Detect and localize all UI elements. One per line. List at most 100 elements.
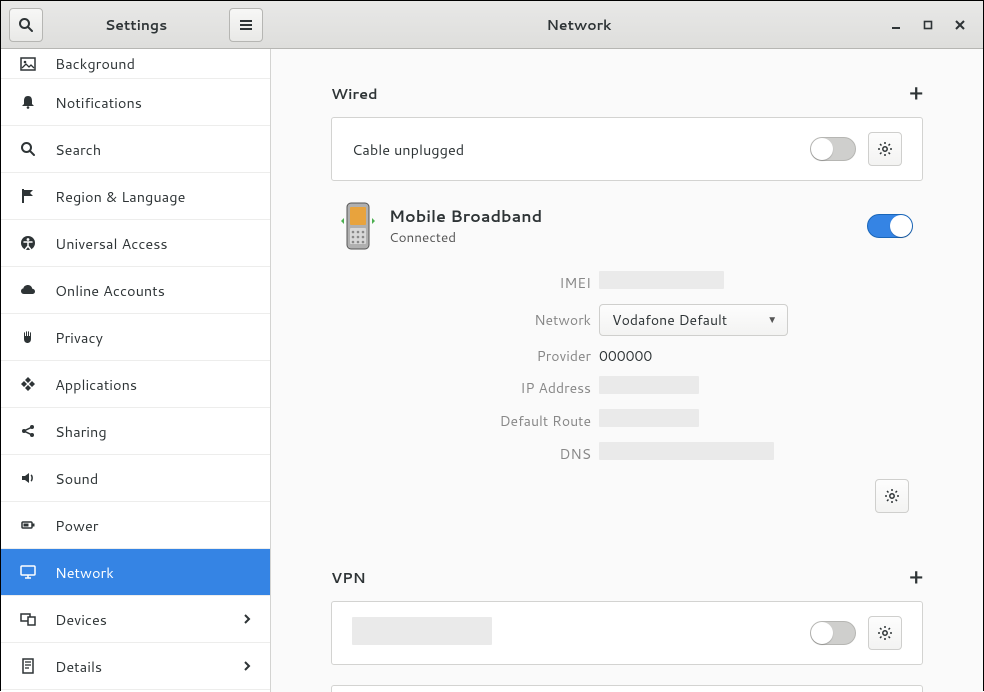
apps-icon bbox=[19, 375, 37, 393]
sidebar-item-label: Power bbox=[55, 515, 98, 536]
sidebar: Background Notifications Search Region &… bbox=[1, 49, 271, 692]
sidebar-item-label: Sound bbox=[55, 468, 98, 489]
content: Background Notifications Search Region &… bbox=[1, 49, 983, 692]
page-title: Network bbox=[271, 15, 887, 35]
sidebar-item-label: Devices bbox=[55, 609, 107, 630]
sidebar-item-label: Applications bbox=[55, 374, 137, 395]
dns-label: DNS bbox=[341, 444, 591, 464]
power-icon bbox=[19, 516, 37, 534]
maximize-button[interactable] bbox=[919, 16, 937, 34]
chevron-right-icon bbox=[242, 614, 252, 624]
sidebar-item-label: Details bbox=[55, 656, 102, 677]
search-icon bbox=[19, 140, 37, 158]
menu-button[interactable] bbox=[229, 8, 263, 42]
wired-row: Cable unplugged bbox=[332, 118, 922, 180]
mobile-settings-button[interactable] bbox=[875, 479, 909, 513]
sidebar-item-network[interactable]: Network bbox=[1, 549, 270, 596]
main-panel: Wired + Cable unplugged Mobile Broadband… bbox=[271, 49, 983, 692]
sidebar-item-label: Search bbox=[55, 139, 101, 160]
network-select[interactable]: Vodafone Default ▼ bbox=[599, 304, 788, 336]
mobile-switch[interactable] bbox=[867, 214, 913, 238]
sidebar-item-sharing[interactable]: Sharing bbox=[1, 408, 270, 455]
hamburger-icon bbox=[238, 17, 254, 33]
network-label: Network bbox=[341, 310, 591, 330]
proxy-row: Network Proxy Off bbox=[332, 686, 922, 692]
ip-value bbox=[599, 376, 913, 399]
mobile-titles: Mobile Broadband Connected bbox=[389, 205, 542, 247]
bell-icon bbox=[19, 93, 37, 111]
vpn-row bbox=[332, 602, 922, 664]
route-value bbox=[599, 409, 913, 432]
sidebar-item-search[interactable]: Search bbox=[1, 126, 270, 173]
sidebar-item-universal[interactable]: Universal Access bbox=[1, 220, 270, 267]
provider-value: 000000 bbox=[599, 346, 913, 366]
vpn-switch[interactable] bbox=[810, 621, 856, 645]
titlebar: Settings Network bbox=[1, 1, 983, 49]
sidebar-item-region[interactable]: Region & Language bbox=[1, 173, 270, 220]
mobile-heading: Mobile Broadband bbox=[389, 205, 542, 228]
sidebar-item-label: Network bbox=[55, 562, 114, 583]
sidebar-item-background[interactable]: Background bbox=[1, 49, 270, 79]
network-select-value: Vodafone Default bbox=[612, 310, 727, 330]
gear-icon bbox=[884, 488, 900, 504]
mobile-section: Mobile Broadband Connected IMEI Network … bbox=[331, 201, 923, 523]
titlebar-left: Settings bbox=[1, 8, 271, 42]
wired-heading: Wired bbox=[331, 83, 378, 104]
wired-section-header: Wired + bbox=[331, 79, 923, 107]
provider-label: Provider bbox=[341, 346, 591, 366]
sidebar-item-sound[interactable]: Sound bbox=[1, 455, 270, 502]
devices-icon bbox=[19, 610, 37, 628]
imei-label: IMEI bbox=[341, 273, 591, 293]
vpn-name bbox=[352, 617, 798, 650]
sidebar-item-notifications[interactable]: Notifications bbox=[1, 79, 270, 126]
close-icon bbox=[955, 20, 965, 30]
sidebar-item-privacy[interactable]: Privacy bbox=[1, 314, 270, 361]
chevron-down-icon: ▼ bbox=[767, 313, 777, 327]
titlebar-center: Network bbox=[271, 15, 887, 35]
gear-icon bbox=[877, 625, 893, 641]
sidebar-item-details[interactable]: Details bbox=[1, 643, 270, 690]
details-icon bbox=[19, 657, 37, 675]
sidebar-item-applications[interactable]: Applications bbox=[1, 361, 270, 408]
speaker-icon bbox=[19, 469, 37, 487]
vpn-card bbox=[331, 601, 923, 665]
share-icon bbox=[19, 422, 37, 440]
route-label: Default Route bbox=[341, 411, 591, 431]
sidebar-item-label: Online Accounts bbox=[55, 280, 165, 301]
network-icon bbox=[19, 563, 37, 581]
sidebar-item-label: Notifications bbox=[55, 92, 142, 113]
close-button[interactable] bbox=[951, 16, 969, 34]
sidebar-item-label: Sharing bbox=[55, 421, 107, 442]
picture-icon bbox=[19, 55, 37, 73]
flag-icon bbox=[19, 187, 37, 205]
accessibility-icon bbox=[19, 234, 37, 252]
sidebar-item-devices[interactable]: Devices bbox=[1, 596, 270, 643]
search-icon bbox=[18, 17, 34, 33]
search-button[interactable] bbox=[9, 8, 43, 42]
chevron-right-icon bbox=[242, 661, 252, 671]
phone-icon bbox=[341, 201, 375, 251]
mobile-header: Mobile Broadband Connected bbox=[341, 201, 913, 251]
sidebar-item-label: Universal Access bbox=[55, 233, 168, 254]
wired-switch[interactable] bbox=[810, 137, 856, 161]
vpn-settings-button[interactable] bbox=[868, 616, 902, 650]
mobile-details: IMEI Network Vodafone Default ▼ Provider… bbox=[341, 271, 913, 465]
mobile-status: Connected bbox=[389, 228, 542, 247]
sidebar-item-online[interactable]: Online Accounts bbox=[1, 267, 270, 314]
vpn-add-button[interactable]: + bbox=[909, 563, 923, 591]
minimize-button[interactable] bbox=[887, 16, 905, 34]
wired-settings-button[interactable] bbox=[868, 132, 902, 166]
sidebar-item-label: Region & Language bbox=[55, 186, 185, 207]
wired-add-button[interactable]: + bbox=[909, 79, 923, 107]
ip-label: IP Address bbox=[341, 378, 591, 398]
settings-title: Settings bbox=[49, 15, 223, 35]
hand-icon bbox=[19, 328, 37, 346]
wired-status: Cable unplugged bbox=[352, 139, 798, 160]
vpn-section-header: VPN + bbox=[331, 563, 923, 591]
cloud-icon bbox=[19, 281, 37, 299]
minimize-icon bbox=[891, 20, 901, 30]
sidebar-item-power[interactable]: Power bbox=[1, 502, 270, 549]
gear-icon bbox=[877, 141, 893, 157]
wired-card: Cable unplugged bbox=[331, 117, 923, 181]
network-value: Vodafone Default ▼ bbox=[599, 304, 913, 336]
